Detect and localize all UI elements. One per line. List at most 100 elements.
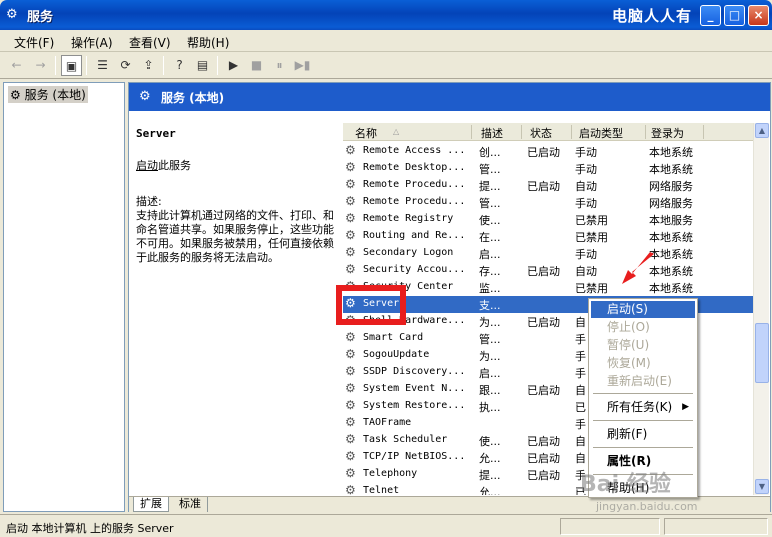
column-startup-type[interactable]: 启动类型	[579, 125, 623, 141]
start-service-link[interactable]: 启动	[136, 159, 158, 172]
toolbar: ← → ▣ ☰ ⟳ ⇪ ? ▤ ▶ ■ ⏸ ▶▮	[0, 52, 772, 79]
table-row[interactable]: ⚙ Remote Access ... 创... 已启动 手动 本地系统	[343, 143, 753, 160]
table-row[interactable]: ⚙ Remote Desktop... 管... 手动 本地系统	[343, 160, 753, 177]
service-startup-cell: 已禁用	[575, 231, 608, 244]
service-startup-cell: 手动	[575, 248, 597, 261]
show-tree-icon[interactable]: ▣	[61, 55, 82, 76]
tab-standard[interactable]: 标准	[173, 497, 208, 512]
service-description-cell: 为...	[479, 316, 501, 329]
submenu-arrow-icon: ▶	[682, 402, 689, 412]
table-row[interactable]: ⚙ Remote Procedu... 管... 手动 网络服务	[343, 194, 753, 211]
menu-item-refresh[interactable]: 刷新(F)	[591, 426, 695, 443]
service-name-cell: Remote Access ...	[363, 145, 466, 156]
minimize-button[interactable]: _	[700, 5, 721, 26]
service-startup-cell: 手	[575, 418, 586, 431]
service-status-cell: 已启动	[527, 146, 560, 159]
menu-item-restart[interactable]: 重新启动(E)	[591, 373, 695, 390]
column-name[interactable]: 名称	[355, 125, 377, 141]
service-name-cell: TAOFrame	[363, 417, 412, 428]
tree-item-services-local[interactable]: ⚙ 服务 (本地)	[8, 86, 88, 103]
menu-item-all-tasks[interactable]: 所有任务(K) ▶	[591, 399, 695, 416]
menu-view[interactable]: 查看(V)	[129, 34, 171, 51]
services-gear-icon: ⚙	[10, 88, 21, 102]
toolbar-separator	[217, 56, 218, 75]
description-text: 支持此计算机通过网络的文件、打印、和命名管道共享。如果服务停止，这些功能不可用。…	[136, 209, 334, 264]
service-name-cell: System Event N...	[363, 383, 466, 394]
menu-file[interactable]: 文件(F)	[14, 34, 54, 51]
title-bar: ⚙ 服务 电脑人人有 _ □ ×	[0, 0, 772, 30]
vertical-scrollbar[interactable]: ▲ ▼	[753, 123, 769, 495]
menu-item-pause[interactable]: 暂停(U)	[591, 337, 695, 354]
table-row[interactable]: ⚙ Remote Procedu... 提... 已启动 自动 网络服务	[343, 177, 753, 194]
menu-item-start[interactable]: 启动(S)	[591, 301, 695, 318]
forward-icon[interactable]: →	[30, 55, 51, 76]
table-row[interactable]: ⚙ Security Accou... 存... 已启动 自动 本地系统	[343, 262, 753, 279]
service-description-cell: 执...	[479, 401, 501, 414]
pause-service-icon[interactable]: ⏸	[269, 55, 290, 76]
service-description-cell: 管...	[479, 333, 501, 346]
refresh-icon[interactable]: ⟳	[115, 55, 136, 76]
close-button[interactable]: ×	[748, 5, 769, 26]
service-startup-cell: 自	[575, 316, 586, 329]
console-tree-icon[interactable]: ▤	[192, 55, 213, 76]
toolbar-separator	[55, 56, 56, 75]
start-service-icon[interactable]: ▶	[223, 55, 244, 76]
menu-separator	[593, 420, 693, 421]
column-status[interactable]: 状态	[530, 125, 552, 141]
scroll-thumb[interactable]	[755, 323, 769, 383]
properties-icon[interactable]: ☰	[92, 55, 113, 76]
service-description-cell: 在...	[479, 231, 501, 244]
column-description[interactable]: 描述	[481, 125, 503, 141]
column-divider[interactable]	[471, 125, 472, 139]
service-description-cell: 提...	[479, 180, 501, 193]
service-gear-icon: ⚙	[345, 449, 356, 463]
service-logon-cell: 本地系统	[649, 231, 693, 244]
table-row[interactable]: ⚙ Remote Registry 使... 已禁用 本地服务	[343, 211, 753, 228]
service-startup-cell: 手	[575, 350, 586, 363]
toolbar-separator	[163, 56, 164, 75]
column-divider[interactable]	[645, 125, 646, 139]
export-list-icon[interactable]: ⇪	[138, 55, 159, 76]
service-description-cell: 跟...	[479, 384, 501, 397]
menu-item-label: 所有任务(K)	[607, 400, 673, 414]
column-divider[interactable]	[703, 125, 704, 139]
baidu-watermark-logo: Bai 经验	[580, 472, 671, 497]
service-status-cell: 已启动	[527, 469, 560, 482]
services-list: 名称 △ 描述 状态 启动类型 登录为 ⚙ Remote Access ... 创.…	[343, 123, 769, 495]
column-divider[interactable]	[521, 125, 522, 139]
red-highlight-box	[336, 285, 406, 325]
service-name-cell: SogouUpdate	[363, 349, 430, 360]
menu-item-stop[interactable]: 停止(O)	[591, 319, 695, 336]
service-description-cell: 使...	[479, 214, 501, 227]
service-gear-icon: ⚙	[345, 466, 356, 480]
stop-service-icon[interactable]: ■	[246, 55, 267, 76]
menu-help[interactable]: 帮助(H)	[187, 34, 229, 51]
service-startup-cell: 手动	[575, 163, 597, 176]
service-gear-icon: ⚙	[345, 211, 356, 225]
back-icon[interactable]: ←	[6, 55, 27, 76]
scroll-down-icon[interactable]: ▼	[755, 479, 769, 494]
selected-service-name: Server	[136, 127, 176, 140]
service-description-cell: 允...	[479, 452, 501, 465]
table-row[interactable]: ⚙ Routing and Re... 在... 已禁用 本地系统	[343, 228, 753, 245]
restart-service-icon[interactable]: ▶▮	[292, 55, 313, 76]
service-startup-cell: 已禁用	[575, 214, 608, 227]
maximize-button[interactable]: □	[724, 5, 745, 26]
start-suffix: 此服务	[158, 159, 191, 172]
column-logon-as[interactable]: 登录为	[651, 125, 684, 141]
service-gear-icon: ⚙	[345, 381, 356, 395]
service-logon-cell: 本地系统	[649, 146, 693, 159]
tab-extended[interactable]: 扩展	[133, 497, 169, 512]
table-row[interactable]: ⚙ Secondary Logon 启... 手动 本地系统	[343, 245, 753, 262]
menu-item-resume[interactable]: 恢复(M)	[591, 355, 695, 372]
column-divider[interactable]	[571, 125, 572, 139]
service-name-cell: Telnet	[363, 485, 400, 495]
service-logon-cell: 本地系统	[649, 163, 693, 176]
service-status-cell: 已启动	[527, 452, 560, 465]
menu-action[interactable]: 操作(A)	[71, 34, 113, 51]
console-tree: ⚙ 服务 (本地)	[3, 82, 125, 512]
help-icon[interactable]: ?	[169, 55, 190, 76]
start-service-line: 启动此服务	[136, 159, 336, 173]
scroll-up-icon[interactable]: ▲	[755, 123, 769, 138]
service-description-cell: 存...	[479, 265, 501, 278]
